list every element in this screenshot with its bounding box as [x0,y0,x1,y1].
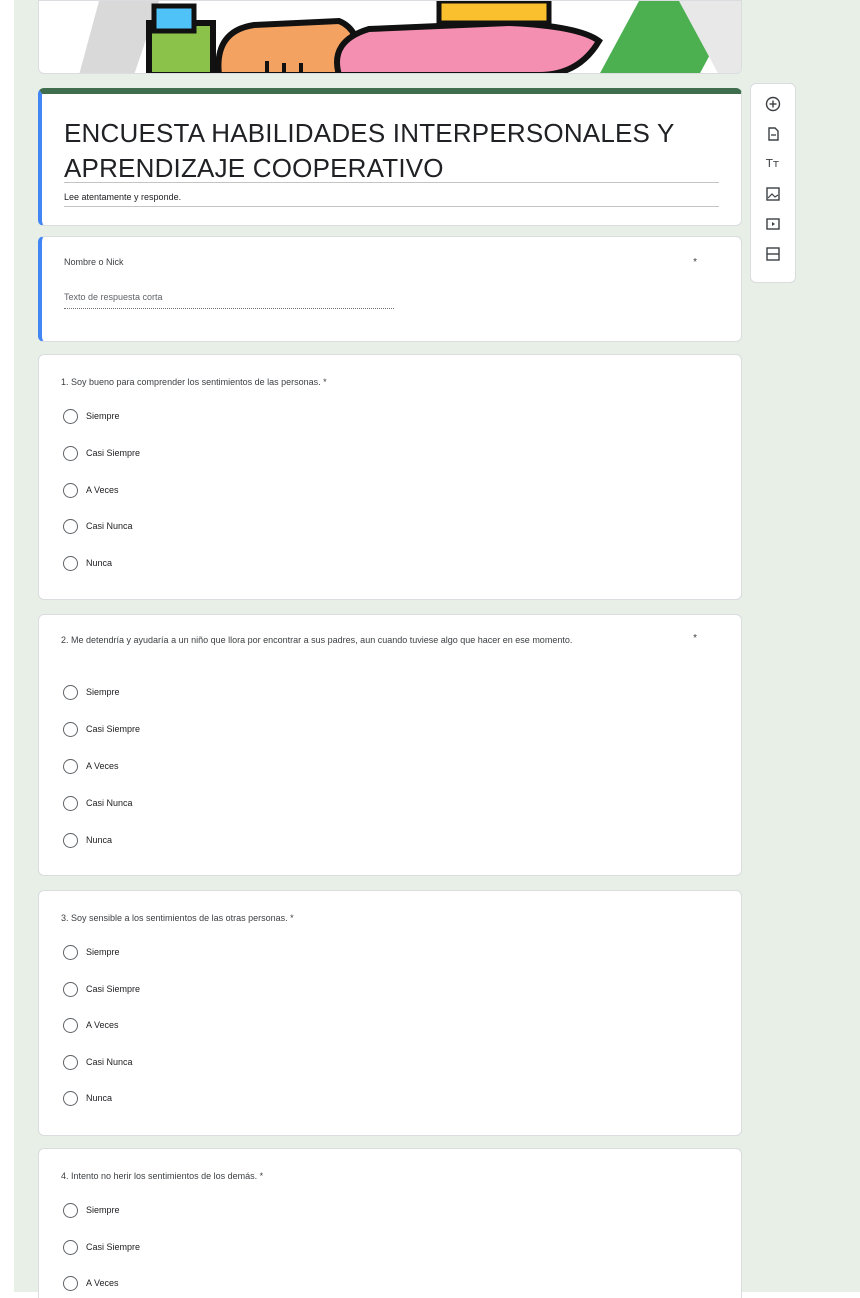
title-underline [64,182,719,183]
radio-button[interactable] [63,981,78,997]
question-2-option-5[interactable]: Nunca [63,831,112,849]
question-4-option-2[interactable]: Casi Siempre [63,1238,140,1256]
add-video-icon[interactable] [763,214,783,234]
question-2-option-2[interactable]: Casi Siempre [63,720,140,738]
question-4-option-3[interactable]: A Veces [63,1274,119,1292]
question-4-label: 4. Intento no herir los sentimientos de … [61,1171,264,1181]
radio-button[interactable] [63,758,78,774]
form-title[interactable]: ENCUESTA HABILIDADES INTERPERSONALES Y A… [64,116,714,186]
add-section-icon[interactable] [763,244,783,264]
question-1-option-3[interactable]: A Veces [63,481,119,499]
radio-button[interactable] [63,795,78,811]
radio-button[interactable] [63,1054,78,1070]
question-card-4[interactable]: 4. Intento no herir los sentimientos de … [38,1148,742,1298]
radio-button[interactable] [63,1202,78,1218]
add-image-icon[interactable] [763,184,783,204]
short-answer-field[interactable]: Texto de respuesta corta [64,292,394,309]
radio-button[interactable] [63,482,78,498]
question-2-option-4[interactable]: Casi Nunca [63,794,133,812]
radio-button[interactable] [63,1239,78,1255]
question-card-2[interactable]: 2. Me detendría y ayudaría a un niño que… [38,614,742,876]
question-3-option-2[interactable]: Casi Siempre [63,980,140,998]
question-1-label: 1. Soy bueno para comprender los sentimi… [61,377,327,387]
question-3-option-4[interactable]: Casi Nunca [63,1053,133,1071]
question-3-option-5[interactable]: Nunca [63,1089,112,1107]
question-2-label: 2. Me detendría y ayudaría a un niño que… [61,635,573,645]
required-mark: * [693,257,697,268]
question-2-option-1[interactable]: Siempre [63,683,120,701]
radio-button[interactable] [63,944,78,960]
add-title-icon[interactable]: Tт [763,152,783,172]
name-question-label: Nombre o Nick [64,257,124,267]
add-question-icon[interactable] [763,94,783,114]
radio-button[interactable] [63,408,78,424]
left-margin [0,0,14,1292]
radio-button[interactable] [63,721,78,737]
radio-button[interactable] [63,1090,78,1106]
question-3-option-3[interactable]: A Veces [63,1016,119,1034]
radio-button[interactable] [63,1275,78,1291]
question-card-1[interactable]: 1. Soy bueno para comprender los sentimi… [38,354,742,600]
import-questions-icon[interactable] [763,124,783,144]
form-title-card[interactable]: ENCUESTA HABILIDADES INTERPERSONALES Y A… [38,88,742,226]
question-1-option-1[interactable]: Siempre [63,407,120,425]
question-4-option-1[interactable]: Siempre [63,1201,120,1219]
header-illustration [79,1,741,73]
question-2-option-3[interactable]: A Veces [63,757,119,775]
radio-button[interactable] [63,1017,78,1033]
question-card-3[interactable]: 3. Soy sensible a los sentimientos de la… [38,890,742,1136]
header-image [38,0,742,74]
radio-button[interactable] [63,445,78,461]
floating-toolbar: Tт [750,83,796,283]
question-1-option-5[interactable]: Nunca [63,554,112,572]
radio-button[interactable] [63,518,78,534]
svg-text:Tт: Tт [765,157,780,170]
description-underline [64,206,719,207]
question-1-option-2[interactable]: Casi Siempre [63,444,140,462]
radio-button[interactable] [63,684,78,700]
question-3-label: 3. Soy sensible a los sentimientos de la… [61,913,294,923]
radio-button[interactable] [63,555,78,571]
radio-button[interactable] [63,832,78,848]
question-3-option-1[interactable]: Siempre [63,943,120,961]
required-mark: * [693,633,697,644]
form-description[interactable]: Lee atentamente y responde. [64,192,181,202]
name-question-card[interactable]: Nombre o Nick * Texto de respuesta corta [38,236,742,342]
question-1-option-4[interactable]: Casi Nunca [63,517,133,535]
